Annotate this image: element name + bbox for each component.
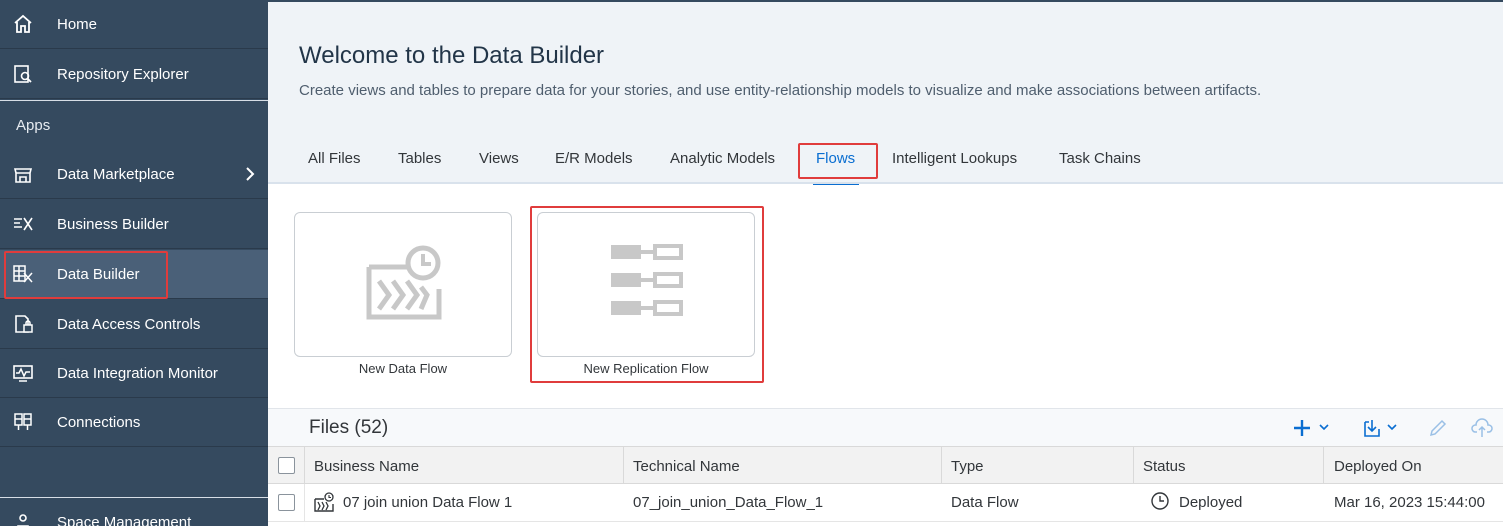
repository-icon [14, 65, 32, 83]
home-icon [14, 14, 32, 33]
sidebar-item-label: Home [57, 15, 98, 33]
main-content: Welcome to the Data Builder Create views… [268, 0, 1503, 526]
column-separator [941, 447, 942, 485]
tab-bar: All Files Tables Views E/R Models Analyt… [268, 142, 1503, 185]
highlight-box [4, 251, 168, 299]
marketplace-icon [13, 168, 33, 183]
column-separator [304, 447, 305, 485]
clock-icon [1151, 492, 1169, 510]
files-title: Files (52) [309, 417, 389, 438]
tab-er-models[interactable]: E/R Models [555, 150, 633, 167]
page-subtitle: Create views and tables to prepare data … [299, 82, 1262, 99]
cell-status: Deployed [1179, 494, 1243, 511]
sidebar-item-data-integration-monitor[interactable]: Data Integration Monitor [0, 349, 268, 398]
sidebar-item-label: Business Builder [57, 215, 169, 233]
tab-views[interactable]: Views [479, 150, 519, 167]
highlight-box [530, 206, 764, 383]
edit-icon[interactable] [1428, 418, 1448, 438]
table-row[interactable]: 07 join union Data Flow 1 07_join_union_… [268, 484, 1503, 522]
add-icon[interactable] [1294, 418, 1334, 438]
files-table-header: Business Name Technical Name Type Status… [268, 446, 1503, 485]
chevron-right-icon [246, 167, 255, 181]
files-toolbar: Files (52) [268, 408, 1503, 446]
tab-task-chains[interactable]: Task Chains [1059, 150, 1141, 167]
sidebar-item-label: Data Access Controls [57, 315, 201, 333]
apps-section-label: Apps [16, 117, 51, 134]
column-header-technical-name[interactable]: Technical Name [633, 458, 740, 475]
sidebar-item-label: Repository Explorer [57, 65, 189, 83]
side-navigation: Home Repository Explorer Apps Data Marke… [0, 0, 268, 526]
deploy-icon[interactable] [1471, 418, 1493, 438]
sidebar-divider [0, 100, 268, 101]
header-divider [268, 182, 1503, 184]
select-all-checkbox[interactable] [278, 457, 295, 474]
tab-intelligent-lookups[interactable]: Intelligent Lookups [892, 150, 1017, 167]
sidebar-item-space-management[interactable]: Space Management [0, 498, 268, 526]
sidebar-item-data-marketplace[interactable]: Data Marketplace [0, 150, 268, 199]
column-header-status[interactable]: Status [1143, 458, 1186, 475]
import-icon[interactable] [1362, 418, 1402, 438]
tab-tables[interactable]: Tables [398, 150, 441, 167]
data-flow-icon [366, 245, 442, 320]
column-separator [1323, 447, 1324, 485]
sidebar-item-business-builder[interactable]: Business Builder [0, 200, 268, 249]
sidebar-item-label: Space Management [57, 514, 192, 526]
cell-deployed-on: Mar 16, 2023 15:44:00 [1334, 494, 1485, 511]
business-builder-icon [14, 217, 33, 231]
column-header-business-name[interactable]: Business Name [314, 458, 419, 475]
sidebar-item-home[interactable]: Home [0, 0, 268, 49]
sidebar-item-label: Connections [57, 413, 141, 431]
monitor-icon [13, 365, 33, 382]
new-data-flow-tile[interactable] [294, 212, 512, 357]
row-checkbox[interactable] [278, 494, 295, 511]
space-management-icon [17, 514, 29, 526]
cell-type: Data Flow [951, 494, 1019, 511]
sidebar-item-connections[interactable]: Connections [0, 398, 268, 447]
sidebar-item-label: Data Marketplace [57, 165, 175, 183]
column-header-type[interactable]: Type [951, 458, 984, 475]
column-separator [304, 484, 305, 522]
tab-analytic-models[interactable]: Analytic Models [670, 150, 775, 167]
cell-technical-name: 07_join_union_Data_Flow_1 [633, 494, 824, 511]
cell-business-name: 07 join union Data Flow 1 [343, 494, 513, 511]
page-title: Welcome to the Data Builder [299, 42, 605, 69]
connections-icon [14, 413, 32, 430]
column-separator [623, 447, 624, 485]
page-header: Welcome to the Data Builder Create views… [268, 0, 1503, 185]
column-header-deployed-on[interactable]: Deployed On [1334, 458, 1422, 475]
sidebar-item-label: Data Integration Monitor [57, 364, 218, 382]
tile-label: New Data Flow [358, 361, 448, 376]
data-flow-icon [314, 492, 334, 512]
highlight-box [798, 143, 878, 179]
tab-all-files[interactable]: All Files [308, 150, 361, 167]
column-separator [1133, 447, 1134, 485]
sidebar-item-repository-explorer[interactable]: Repository Explorer [0, 50, 268, 99]
sidebar-item-data-access-controls[interactable]: Data Access Controls [0, 300, 268, 349]
access-controls-icon [15, 315, 33, 333]
